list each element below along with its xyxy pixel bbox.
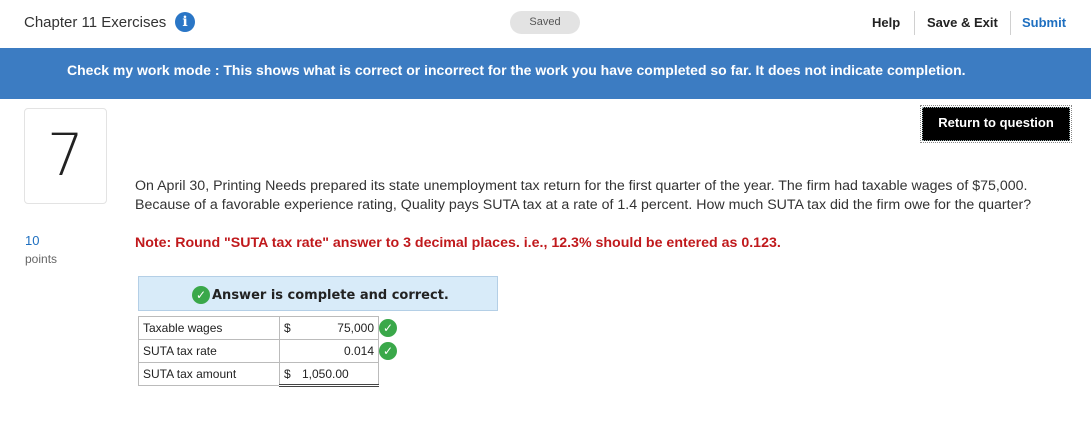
banner-text: Check my work mode : This shows what is … bbox=[67, 62, 966, 78]
save-exit-link[interactable]: Save & Exit bbox=[927, 15, 998, 30]
assignment-title: Chapter 11 Exercises bbox=[24, 14, 167, 31]
top-bar: Chapter 11 Exercises i Saved Help Save &… bbox=[0, 0, 1091, 48]
correct-mark: ✓ bbox=[379, 340, 401, 363]
row-label: SUTA tax amount bbox=[138, 362, 280, 386]
currency-symbol: $ bbox=[284, 321, 291, 335]
nav-divider bbox=[1010, 11, 1011, 35]
points-label: points bbox=[25, 252, 58, 266]
help-link[interactable]: Help bbox=[872, 15, 900, 30]
field-value: 0.014 bbox=[343, 344, 374, 358]
field-value: 75,000 bbox=[337, 321, 374, 335]
row-label: Taxable wages bbox=[138, 316, 280, 340]
question-text: On April 30, Printing Needs prepared its… bbox=[135, 178, 1032, 213]
table-row: SUTA tax rate 0.014 ✓ bbox=[138, 339, 401, 363]
question-number: 7 bbox=[47, 121, 84, 189]
taxable-wages-field[interactable]: $ 75,000 bbox=[279, 316, 379, 340]
suta-tax-rate-field[interactable]: 0.014 bbox=[279, 339, 379, 363]
check-icon: ✓ bbox=[192, 286, 210, 304]
table-row: SUTA tax amount $ 1,050.00 bbox=[138, 362, 401, 387]
currency-symbol: $ bbox=[284, 367, 291, 381]
nav-divider bbox=[914, 11, 915, 35]
saved-status-badge: Saved bbox=[510, 11, 580, 34]
check-icon: ✓ bbox=[379, 318, 397, 337]
check-my-work-banner: Check my work mode : This shows what is … bbox=[0, 48, 1091, 99]
empty-cell bbox=[379, 363, 401, 386]
question-number-box: 7 bbox=[24, 108, 107, 204]
field-value: 1,050.00 bbox=[302, 367, 349, 381]
submit-link[interactable]: Submit bbox=[1022, 15, 1066, 30]
row-label: SUTA tax rate bbox=[138, 339, 280, 363]
return-to-question-button[interactable]: Return to question bbox=[920, 105, 1072, 143]
info-icon[interactable]: i bbox=[175, 12, 195, 32]
answer-table: Taxable wages $ 75,000 ✓ SUTA tax rate 0… bbox=[138, 316, 401, 387]
check-icon: ✓ bbox=[379, 341, 397, 360]
table-row: Taxable wages $ 75,000 ✓ bbox=[138, 316, 401, 340]
correct-mark: ✓ bbox=[379, 317, 401, 340]
answer-status-text: Answer is complete and correct. bbox=[212, 288, 449, 303]
suta-tax-amount-field[interactable]: $ 1,050.00 bbox=[279, 362, 379, 387]
answer-status-header: ✓ Answer is complete and correct. bbox=[138, 276, 498, 311]
points-value: 10 bbox=[25, 233, 40, 248]
rounding-note: Note: Round "SUTA tax rate" answer to 3 … bbox=[135, 235, 781, 251]
